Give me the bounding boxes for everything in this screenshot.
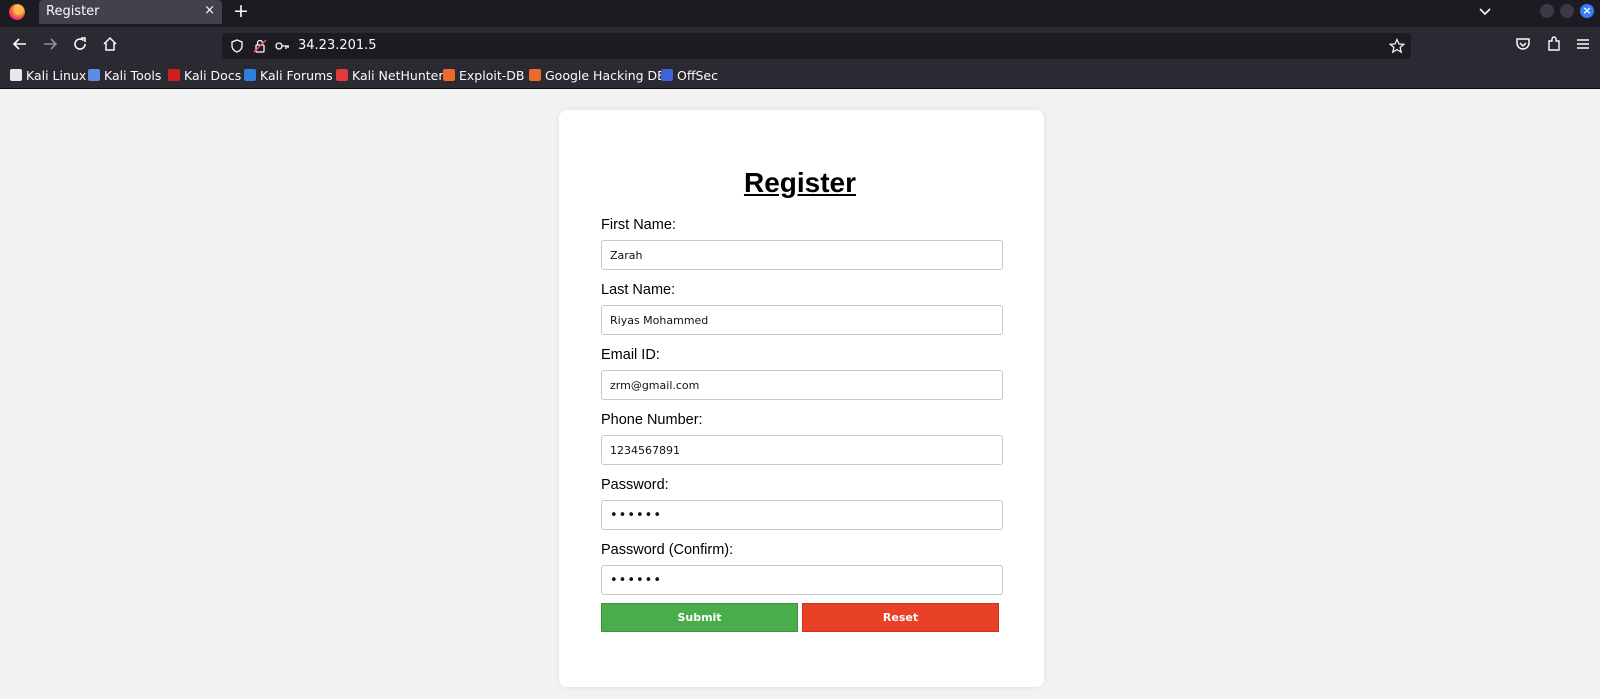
kali-forums-icon [244,69,256,81]
reset-button[interactable]: Reset [802,603,999,632]
tab-strip: Register × + × [0,0,1600,27]
firefox-logo-icon[interactable] [9,4,25,20]
tracking-protection-shield-icon[interactable] [229,38,245,54]
bookmark-label: Kali Tools [104,67,162,83]
bookmark-star-icon[interactable] [1389,38,1405,54]
window-minimize-button[interactable] [1540,4,1554,18]
bookmark-label: OffSec [677,67,718,83]
list-tabs-chevron-icon[interactable] [1477,3,1493,19]
email-input[interactable] [601,370,1003,400]
forward-arrow-icon[interactable] [41,35,59,53]
menu-hamburger-icon[interactable] [1574,35,1592,53]
reload-icon[interactable] [71,35,89,53]
new-tab-icon[interactable]: + [233,1,249,21]
form-title: Register [743,167,857,198]
url-text[interactable]: 34.23.201.5 [298,38,377,53]
bookmark-exploit-db[interactable]: Exploit-DB [443,67,524,83]
back-arrow-icon[interactable] [11,35,29,53]
kali-tools-icon [88,69,100,81]
tab-register[interactable]: Register × [39,0,222,24]
password-confirm-label: Password (Confirm): [601,542,734,558]
bookmark-kali-forums[interactable]: Kali Forums [244,67,333,83]
last-name-label: Last Name: [601,282,676,298]
bookmark-kali-linux[interactable]: Kali Linux [10,67,86,83]
kali-nethunter-icon [336,69,348,81]
phone-number-input[interactable] [601,435,1003,465]
pocket-icon[interactable] [1514,35,1532,53]
bookmarks-toolbar: Kali Linux Kali Tools Kali Docs Kali For… [0,61,1600,89]
address-bar[interactable] [222,33,1411,59]
key-icon[interactable] [274,38,290,54]
home-icon[interactable] [101,35,119,53]
bookmark-label: Exploit-DB [459,67,525,83]
bookmark-label: Kali Docs [184,67,242,83]
bookmark-label: Kali Linux [26,67,87,83]
bookmark-kali-tools[interactable]: Kali Tools [88,67,161,83]
bookmark-kali-nethunter[interactable]: Kali NetHunter [336,67,443,83]
first-name-input[interactable] [601,240,1003,270]
password-input[interactable] [601,500,1003,530]
bookmark-google-hacking-db[interactable]: Google Hacking DB [529,67,666,83]
bookmark-kali-docs[interactable]: Kali Docs [168,67,241,83]
window-close-button[interactable]: × [1580,4,1594,18]
email-label: Email ID: [601,347,660,363]
password-confirm-input[interactable] [601,565,1003,595]
offsec-icon [661,69,673,81]
tab-close-icon[interactable]: × [204,3,215,19]
kali-dragon-icon [10,69,22,81]
insecure-lock-icon[interactable] [252,38,268,54]
submit-button[interactable]: Submit [601,603,798,632]
bookmark-label: Kali NetHunter [352,67,444,83]
bookmark-label: Google Hacking DB [545,67,666,83]
bookmark-offsec[interactable]: OffSec [661,67,718,83]
last-name-input[interactable] [601,305,1003,335]
tab-title: Register [46,4,100,19]
password-label: Password: [601,477,669,493]
bookmark-label: Kali Forums [260,67,333,83]
kali-docs-icon [168,69,180,81]
ghdb-icon [529,69,541,81]
exploit-db-icon [443,69,455,81]
first-name-label: First Name: [601,217,676,233]
window-maximize-button[interactable] [1560,4,1574,18]
phone-number-label: Phone Number: [601,412,703,428]
extensions-puzzle-icon[interactable] [1545,35,1563,53]
